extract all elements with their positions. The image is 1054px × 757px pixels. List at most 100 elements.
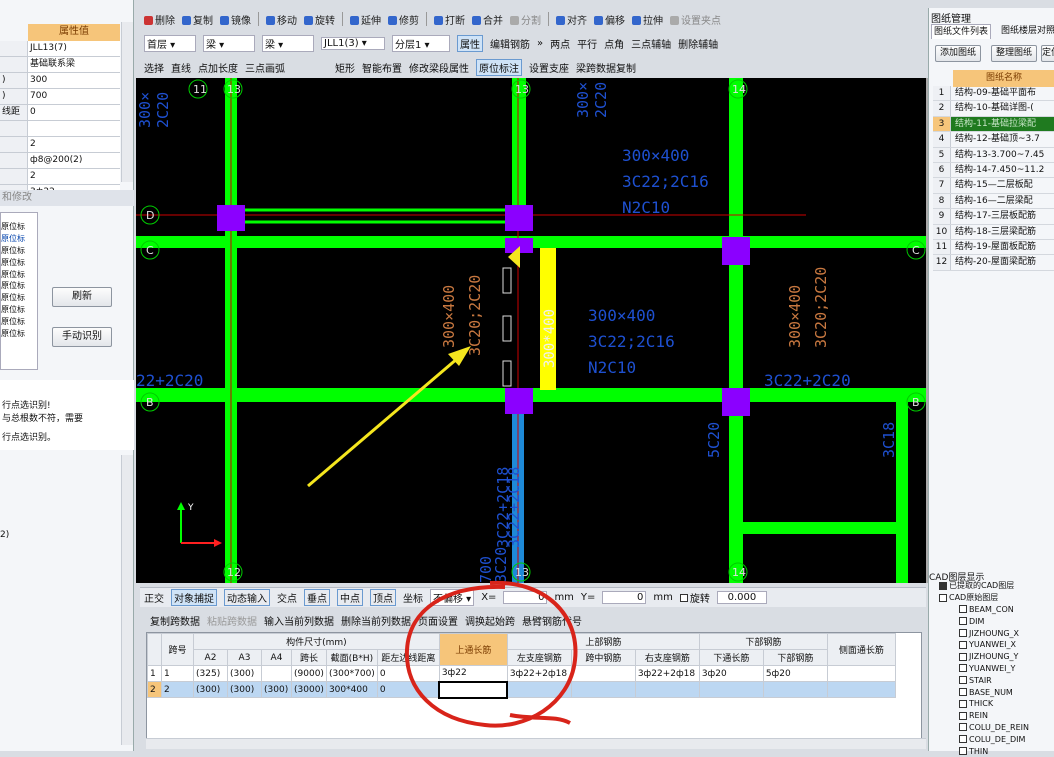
modify-span-button[interactable]: 修改梁段属性 bbox=[409, 60, 469, 75]
select-button[interactable]: 选择 bbox=[144, 60, 164, 75]
copy-button[interactable]: 复制 bbox=[182, 12, 213, 27]
align-button[interactable]: 对齐 bbox=[556, 12, 587, 27]
beam[interactable] bbox=[729, 78, 743, 583]
delete-axis-button[interactable]: 删除辅轴 bbox=[678, 36, 718, 51]
drawing-row[interactable]: 2 结构-10-基础详图-( bbox=[933, 101, 1054, 117]
move-button[interactable]: 移动 bbox=[266, 12, 297, 27]
stretch-button[interactable]: 拉伸 bbox=[632, 12, 663, 27]
ortho-toggle[interactable]: 正交 bbox=[144, 590, 164, 605]
layer-item[interactable]: BEAM_CON bbox=[933, 604, 1053, 616]
rotate-input[interactable]: 0.000 bbox=[716, 591, 767, 604]
two-point-button[interactable]: 两点 bbox=[550, 36, 570, 51]
layer-item[interactable]: THIN bbox=[933, 745, 1053, 757]
layer-item[interactable]: YUANWEI_X bbox=[933, 639, 1053, 651]
property-button[interactable]: 属性 bbox=[457, 34, 483, 52]
offset-button[interactable]: 偏移 bbox=[594, 12, 625, 27]
cad-canvas[interactable]: 11 13 13 14 D C B C B 12 13 14 300×400 3… bbox=[136, 78, 926, 583]
dynamic-input-toggle[interactable]: 动态输入 bbox=[224, 589, 270, 606]
edit-rebar-button[interactable]: 编辑钢筋 bbox=[490, 36, 530, 51]
split-button[interactable]: 分割 bbox=[510, 12, 541, 27]
column[interactable] bbox=[505, 205, 533, 231]
beam[interactable] bbox=[229, 208, 523, 224]
copy-span-data-button[interactable]: 梁跨数据复制 bbox=[576, 60, 636, 75]
midpoint-snap[interactable]: 中点 bbox=[337, 589, 363, 606]
layer-item[interactable]: COLU_DE_REIN bbox=[933, 722, 1053, 734]
mirror-button[interactable]: 镜像 bbox=[220, 12, 251, 27]
drawing-row[interactable]: 9 结构-17-三层板配筋 bbox=[933, 209, 1054, 225]
paste-span-button[interactable]: 粘贴跨数据 bbox=[207, 613, 257, 628]
smart-layout-button[interactable]: 智能布置 bbox=[362, 60, 402, 75]
list-item[interactable]: 原位标 bbox=[1, 221, 37, 233]
copy-span-button[interactable]: 复制跨数据 bbox=[150, 613, 200, 628]
prop-row[interactable]: 2 bbox=[0, 137, 120, 153]
three-point-axis-button[interactable]: 三点辅轴 bbox=[631, 36, 671, 51]
layer-item[interactable]: REIN bbox=[933, 710, 1053, 722]
layer-item[interactable]: STAIR bbox=[933, 674, 1053, 686]
prop-row[interactable]: 基础联系梁 bbox=[0, 57, 120, 73]
list-item[interactable]: 原位标 bbox=[1, 280, 37, 292]
manual-recognize-button[interactable]: 手动识别 bbox=[52, 327, 112, 347]
more-icon[interactable]: » bbox=[537, 38, 543, 49]
layer-item[interactable]: CAD原始图层 bbox=[933, 592, 1053, 604]
drawing-row[interactable]: 1 结构-09-基础平面布 bbox=[933, 86, 1054, 102]
layer-item[interactable]: 已提取的CAD图层 bbox=[933, 580, 1053, 592]
point-angle-button[interactable]: 点角 bbox=[604, 36, 624, 51]
list-item[interactable]: 原位标 bbox=[1, 233, 37, 245]
parallel-button[interactable]: 平行 bbox=[577, 36, 597, 51]
scrollbar[interactable] bbox=[121, 455, 133, 745]
locate-button[interactable]: 定位 bbox=[1041, 45, 1054, 62]
column[interactable] bbox=[722, 388, 750, 416]
layer-item[interactable]: YUANWEI_Y bbox=[933, 663, 1053, 675]
set-grip-button[interactable]: 设置夹点 bbox=[670, 12, 721, 27]
scrollbar[interactable] bbox=[121, 22, 133, 182]
beam[interactable] bbox=[736, 522, 901, 534]
prop-row[interactable]: ) 300 bbox=[0, 73, 120, 89]
beam-select[interactable]: JLL1(3) ▾ bbox=[321, 36, 385, 50]
layer-select[interactable]: 分层1 ▾ bbox=[392, 34, 450, 52]
list-item[interactable]: 原位标 bbox=[1, 268, 37, 280]
three-arc-button[interactable]: 三点画弧 bbox=[245, 60, 285, 75]
tab-file-list[interactable]: 图纸文件列表 bbox=[931, 24, 992, 39]
merge-button[interactable]: 合并 bbox=[472, 12, 503, 27]
list-item[interactable]: 原位标 bbox=[1, 292, 37, 304]
column[interactable] bbox=[722, 237, 750, 265]
arrange-drawing-button[interactable]: 整理图纸 bbox=[991, 45, 1037, 62]
vertex-snap[interactable]: 顶点 bbox=[370, 589, 396, 606]
drawing-row[interactable]: 10 结构-18-三层梁配筋 bbox=[933, 224, 1054, 240]
trim-button[interactable]: 修剪 bbox=[388, 12, 419, 27]
list-item[interactable]: 原位标 bbox=[1, 256, 37, 268]
list-item[interactable]: 原位标 bbox=[1, 245, 37, 257]
add-drawing-button[interactable]: 添加图纸 bbox=[935, 45, 981, 62]
prop-row[interactable] bbox=[0, 121, 120, 137]
refresh-button[interactable]: 刷新 bbox=[52, 287, 112, 307]
column[interactable] bbox=[505, 388, 533, 414]
layer-item[interactable]: DIM bbox=[933, 615, 1053, 627]
drawing-row[interactable]: 5 结构-13-3.700~7.45 bbox=[933, 147, 1054, 163]
input-column-button[interactable]: 输入当前列数据 bbox=[264, 613, 334, 628]
prop-row[interactable]: 线距 0 bbox=[0, 105, 120, 121]
prop-row[interactable]: 2 bbox=[0, 169, 120, 185]
list-item[interactable]: 原位标 bbox=[1, 304, 37, 316]
layer-item[interactable]: BASE_NUM bbox=[933, 686, 1053, 698]
in-situ-button[interactable]: 原位标注 bbox=[476, 58, 522, 76]
prop-row[interactable]: ф8@200(2) bbox=[0, 153, 120, 169]
point-length-button[interactable]: 点加长度 bbox=[198, 60, 238, 75]
y-input[interactable]: 0 bbox=[602, 591, 647, 604]
line-button[interactable]: 直线 bbox=[171, 60, 191, 75]
drawing-row[interactable]: 6 结构-14-7.450~11.2 bbox=[933, 162, 1054, 179]
perpendicular-snap[interactable]: 垂点 bbox=[304, 589, 330, 606]
break-button[interactable]: 打断 bbox=[434, 12, 465, 27]
type-select[interactable]: 梁 ▾ bbox=[203, 34, 255, 52]
floor-select[interactable]: 首层 ▾ bbox=[144, 34, 196, 52]
drawing-row[interactable]: 8 结构-16—二层梁配 bbox=[933, 193, 1054, 210]
object-snap-toggle[interactable]: 对象捕捉 bbox=[171, 589, 217, 606]
delete-button[interactable]: 删除 bbox=[144, 12, 175, 27]
layer-item[interactable]: COLU_DE_DIM bbox=[933, 733, 1053, 745]
layer-item[interactable]: JIZHOUNG_X bbox=[933, 627, 1053, 639]
column[interactable] bbox=[217, 205, 245, 231]
drawing-row[interactable]: 11 结构-19-屋面板配筋 bbox=[933, 239, 1054, 256]
prop-row[interactable]: ) 700 bbox=[0, 89, 120, 105]
tab-floor-map[interactable]: 图纸楼层对照 bbox=[999, 24, 1054, 39]
layer-item[interactable]: THICK bbox=[933, 698, 1053, 710]
set-support-button[interactable]: 设置支座 bbox=[529, 60, 569, 75]
